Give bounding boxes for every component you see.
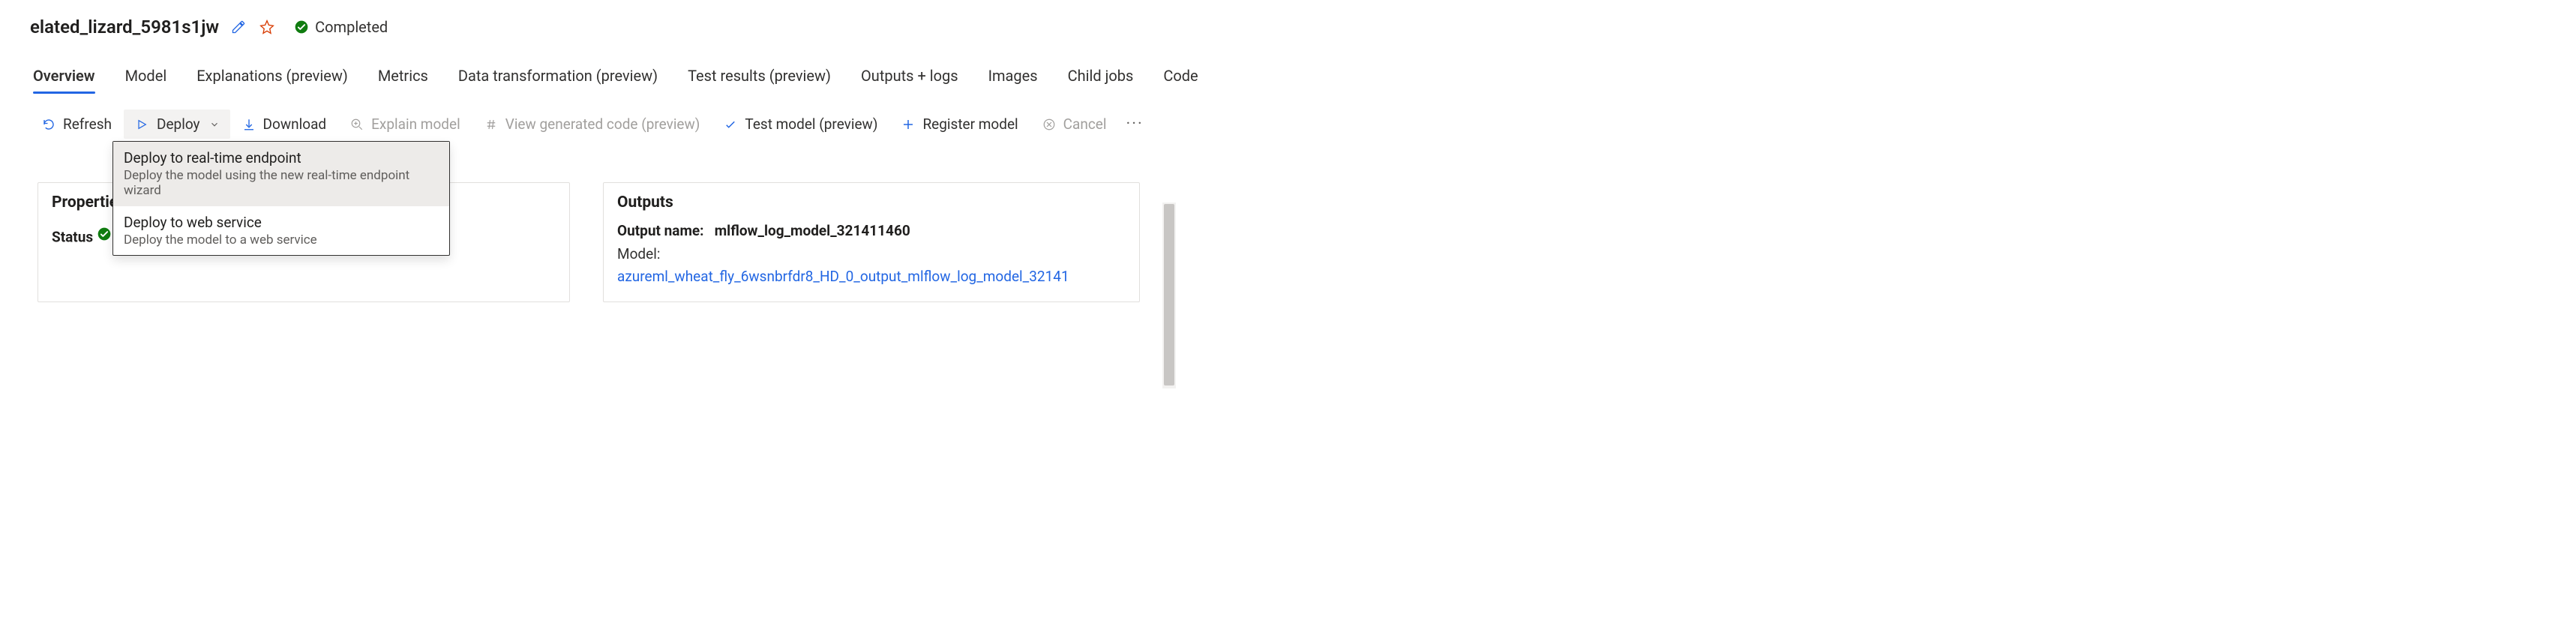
toolbar: Refresh Deploy Download bbox=[0, 105, 1176, 143]
refresh-button[interactable]: Refresh bbox=[30, 110, 124, 139]
deploy-menu-item-webservice[interactable]: Deploy to web service Deploy the model t… bbox=[113, 206, 449, 255]
outputs-heading: Outputs bbox=[604, 183, 1139, 220]
cancel-circle-icon bbox=[1042, 118, 1056, 131]
deploy-menu-item-subtitle: Deploy the model using the new real-time… bbox=[124, 168, 439, 198]
tab-explanations[interactable]: Explanations (preview) bbox=[196, 67, 348, 92]
output-name-key: Output name: bbox=[617, 222, 704, 239]
page-title: elated_lizard_5981s1jw bbox=[30, 16, 219, 38]
deploy-menu-item-title: Deploy to real-time endpoint bbox=[124, 149, 439, 166]
explain-label: Explain model bbox=[371, 116, 460, 133]
check-circle-icon bbox=[294, 20, 309, 34]
more-button[interactable]: ··· bbox=[1119, 115, 1151, 134]
plus-icon bbox=[901, 118, 915, 131]
download-label: Download bbox=[263, 116, 327, 133]
status-label: Completed bbox=[315, 18, 388, 36]
hash-icon bbox=[484, 118, 498, 131]
outputs-panel: Outputs Output name: mlflow_log_model_32… bbox=[603, 182, 1140, 302]
tab-model[interactable]: Model bbox=[125, 67, 167, 92]
star-icon[interactable] bbox=[258, 18, 276, 36]
check-circle-icon bbox=[97, 226, 112, 242]
vertical-scrollbar[interactable] bbox=[1162, 202, 1176, 388]
check-icon bbox=[724, 118, 737, 131]
tab-code[interactable]: Code bbox=[1163, 67, 1198, 92]
output-name-value: mlflow_log_model_321411460 bbox=[715, 222, 910, 239]
cancel-label: Cancel bbox=[1063, 116, 1107, 133]
more-icon: ··· bbox=[1126, 115, 1144, 134]
tab-outputs-logs[interactable]: Outputs + logs bbox=[861, 67, 958, 92]
status-key: Status bbox=[52, 228, 93, 245]
explain-model-button: Explain model bbox=[338, 110, 472, 139]
play-icon bbox=[136, 118, 148, 130]
output-name-row: Output name: mlflow_log_model_321411460 bbox=[617, 220, 1126, 242]
view-generated-code-button: View generated code (preview) bbox=[472, 110, 712, 139]
model-key: Model: bbox=[617, 244, 1126, 266]
deploy-menu-item-title: Deploy to web service bbox=[124, 214, 439, 231]
tab-overview[interactable]: Overview bbox=[33, 67, 95, 92]
download-icon bbox=[242, 118, 256, 131]
deploy-label: Deploy bbox=[157, 116, 200, 133]
test-label: Test model (preview) bbox=[745, 116, 877, 133]
magnify-plus-icon bbox=[350, 118, 364, 131]
tab-data-transformation[interactable]: Data transformation (preview) bbox=[458, 67, 658, 92]
deploy-menu: Deploy to real-time endpoint Deploy the … bbox=[112, 141, 450, 256]
tab-images[interactable]: Images bbox=[988, 67, 1038, 92]
test-model-button[interactable]: Test model (preview) bbox=[712, 110, 889, 139]
deploy-menu-item-realtime[interactable]: Deploy to real-time endpoint Deploy the … bbox=[113, 142, 449, 206]
chevron-down-icon bbox=[209, 119, 220, 130]
page-header: elated_lizard_5981s1jw Completed bbox=[0, 0, 1176, 44]
model-link[interactable]: azureml_wheat_fly_6wsnbrfdr8_HD_0_output… bbox=[617, 266, 1126, 288]
scrollbar-thumb[interactable] bbox=[1164, 204, 1174, 386]
register-model-button[interactable]: Register model bbox=[889, 110, 1030, 139]
download-button[interactable]: Download bbox=[230, 110, 339, 139]
register-label: Register model bbox=[922, 116, 1018, 133]
cancel-button: Cancel bbox=[1030, 110, 1119, 139]
tab-bar: Overview Model Explanations (preview) Me… bbox=[0, 44, 1176, 93]
refresh-label: Refresh bbox=[63, 116, 112, 133]
tab-child-jobs[interactable]: Child jobs bbox=[1068, 67, 1134, 92]
viewcode-label: View generated code (preview) bbox=[505, 116, 700, 133]
deploy-button[interactable]: Deploy bbox=[124, 110, 230, 139]
deploy-menu-item-subtitle: Deploy the model to a web service bbox=[124, 232, 439, 248]
job-status: Completed bbox=[294, 18, 388, 36]
tab-metrics[interactable]: Metrics bbox=[378, 67, 428, 92]
refresh-icon bbox=[42, 118, 55, 131]
edit-icon[interactable] bbox=[229, 18, 247, 36]
tab-test-results[interactable]: Test results (preview) bbox=[688, 67, 831, 92]
toolbar-wrap: Refresh Deploy Download bbox=[0, 105, 1176, 143]
